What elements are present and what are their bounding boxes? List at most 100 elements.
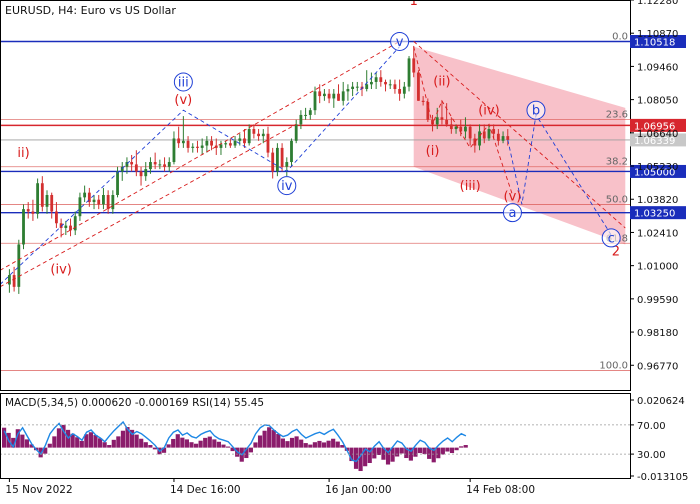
macd-histogram-bar	[93, 435, 98, 448]
fib-level-label: 38.2	[606, 157, 628, 168]
macd-histogram-bar	[88, 432, 94, 448]
macd-histogram-bar	[413, 447, 418, 457]
candle-body	[172, 138, 176, 163]
macd-histogram-bar	[335, 441, 340, 448]
macd-histogram-bar	[175, 434, 180, 448]
candle-body	[492, 129, 496, 134]
fib-level-label: 23.6	[606, 110, 628, 121]
candle-body	[285, 162, 289, 167]
macd-histogram-bar	[271, 430, 276, 448]
candle-body	[468, 126, 472, 139]
macd-histogram-bar	[463, 445, 468, 448]
macd-histogram-bar	[221, 444, 226, 448]
macd-histogram-bar	[459, 446, 464, 448]
macd-histogram-bar	[317, 440, 322, 448]
candle-body	[257, 133, 260, 137]
macd-histogram-bar	[440, 447, 445, 455]
x-tick-label: 15 Nov 2022	[5, 484, 72, 496]
y-tick-label: 0.98180	[637, 328, 678, 339]
wave-label: 1	[410, 0, 418, 9]
macd-histogram-bar	[75, 437, 80, 448]
candle-body	[327, 93, 331, 99]
macd-histogram-bar	[289, 437, 295, 448]
macd-histogram-bar	[193, 443, 199, 448]
macd-histogram-bar	[422, 447, 427, 455]
candle-body	[351, 86, 355, 90]
x-tick-label: 16 Jan 00:00	[325, 484, 391, 496]
candle-body	[487, 129, 491, 139]
y-tick-label: 1.01000	[637, 262, 678, 273]
candle-body	[374, 77, 378, 82]
candle-body	[139, 171, 143, 177]
candle-body	[445, 119, 449, 125]
candle-body	[181, 140, 185, 144]
candle-body	[388, 84, 392, 86]
macd-histogram-bar	[180, 437, 185, 448]
wave-label: (v)	[504, 190, 522, 205]
candle-body	[238, 138, 242, 141]
macd-histogram-bar	[280, 438, 285, 448]
candle-body	[36, 183, 40, 214]
candle-body	[496, 133, 500, 141]
macd-histogram-bar	[47, 443, 52, 448]
macd-histogram-bar	[184, 439, 189, 448]
wave-label: a	[508, 206, 516, 221]
candle-body	[205, 140, 209, 146]
candle-body	[294, 124, 298, 141]
wave-label: (v)	[174, 93, 192, 108]
macd-histogram-bar	[417, 447, 423, 454]
candle-body	[346, 89, 350, 92]
macd-histogram-bar	[262, 430, 267, 448]
y-tick-label: 1.02410	[637, 228, 678, 239]
macd-histogram-bar	[326, 440, 331, 448]
y-tick-label: 1.03820	[637, 195, 678, 206]
candle-body	[482, 131, 486, 139]
macd-histogram-bar	[248, 447, 253, 453]
candle-body	[355, 86, 359, 88]
macd-histogram-bar	[171, 438, 176, 448]
candle-body	[22, 209, 25, 245]
candle-body	[97, 199, 101, 205]
chart-root: 0.023.638.250.061.8100.0 12ii)(iv)iii(v)…	[0, 0, 700, 500]
macd-histogram-bar	[331, 438, 336, 448]
candle-body	[341, 91, 345, 101]
macd-histogram-bar	[134, 434, 139, 448]
candle-body	[473, 138, 477, 146]
candle-body	[134, 164, 138, 172]
macd-histogram-bar	[299, 439, 304, 448]
macd-histogram-bar	[454, 447, 459, 451]
candle-body	[83, 192, 87, 198]
indicator-tick-label: 70.00	[637, 421, 666, 432]
candle-body	[158, 164, 162, 166]
candle-body	[111, 195, 115, 210]
candle-body	[177, 138, 181, 144]
candle-body	[440, 117, 444, 120]
wave-label: c	[608, 231, 615, 246]
wave-label: (i)	[426, 144, 440, 159]
macd-histogram-bar	[321, 442, 327, 448]
candle-body	[280, 147, 284, 167]
wave-label: ii)	[17, 146, 29, 161]
candle-body	[106, 195, 110, 210]
candle-body	[506, 136, 510, 140]
candle-body	[243, 138, 246, 144]
y-tick-label: 1.05230	[637, 162, 678, 173]
macd-histogram-bar	[203, 437, 208, 448]
macd-histogram-bar	[148, 445, 153, 448]
macd-histogram-bar	[24, 439, 30, 448]
macd-histogram-bar	[20, 434, 25, 448]
candle-body	[12, 275, 16, 287]
macd-histogram-bar	[189, 442, 194, 448]
candle-body	[266, 133, 270, 153]
candle-body	[163, 164, 166, 167]
candle-body	[464, 126, 467, 132]
candle-body	[210, 140, 213, 146]
candle-body	[417, 72, 420, 101]
macd-histogram-bar	[276, 433, 281, 448]
y-tick-label: 1.06640	[637, 129, 678, 140]
candle-body	[224, 143, 228, 145]
candle-body	[290, 140, 293, 163]
y-tick-label: 1.08050	[637, 96, 678, 107]
candle-body	[252, 129, 256, 134]
candle-body	[45, 195, 49, 207]
